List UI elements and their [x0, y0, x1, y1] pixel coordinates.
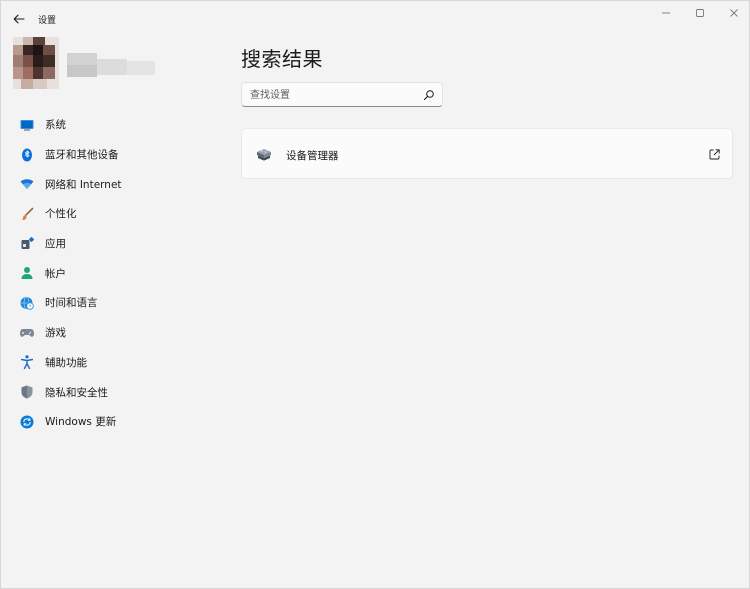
sidebar-item-label: 应用: [45, 238, 66, 251]
sidebar-item-label: 个性化: [45, 208, 77, 221]
sidebar-item-personalization[interactable]: 个性化: [13, 199, 223, 229]
sidebar-item-apps[interactable]: 应用: [13, 229, 223, 259]
sidebar-item-system[interactable]: 系统: [13, 110, 223, 140]
sidebar-item-label: 游戏: [45, 327, 66, 340]
device-manager-icon: [257, 149, 271, 161]
accessibility-icon: [20, 355, 34, 370]
apps-icon: [20, 237, 34, 251]
back-arrow-icon: [13, 14, 25, 24]
sidebar-item-gaming[interactable]: 游戏: [13, 318, 223, 348]
sidebar-nav: 系统 蓝牙和其他设备 网络和 Internet 个性化 应用 帐户 时间和语言 …: [13, 110, 223, 437]
sidebar-item-label: 系统: [45, 119, 66, 132]
window-title: 设置: [38, 16, 57, 26]
close-button[interactable]: [717, 1, 750, 25]
sidebar-item-network[interactable]: 网络和 Internet: [13, 169, 223, 199]
sidebar-item-label: 时间和语言: [45, 297, 98, 310]
sidebar-item-label: 隐私和安全性: [45, 386, 108, 399]
windows-update-icon: [20, 415, 34, 429]
sidebar-item-label: 网络和 Internet: [45, 178, 122, 191]
result-label: 设备管理器: [286, 150, 339, 162]
search-result-device-manager[interactable]: 设备管理器: [241, 128, 733, 179]
page-title: 搜索结果: [241, 47, 323, 71]
back-button[interactable]: [9, 9, 29, 29]
close-icon: [730, 9, 738, 17]
sidebar-item-privacy-security[interactable]: 隐私和安全性: [13, 377, 223, 407]
sidebar-item-label: Windows 更新: [45, 416, 117, 429]
minimize-icon: [662, 12, 670, 14]
maximize-button[interactable]: [683, 1, 717, 25]
settings-window: 设置 系统 蓝牙和其他设备 网络和 Internet 个性化 应用 帐户 时间和…: [0, 0, 750, 589]
maximize-icon: [696, 9, 704, 17]
user-name-blurred: [67, 53, 157, 79]
sidebar-item-windows-update[interactable]: Windows 更新: [13, 407, 223, 437]
sidebar-item-bluetooth[interactable]: 蓝牙和其他设备: [13, 140, 223, 170]
open-external-icon: [709, 149, 720, 160]
avatar[interactable]: [13, 37, 59, 89]
sidebar-item-label: 辅助功能: [45, 356, 87, 369]
globe-clock-icon: [20, 296, 34, 310]
sidebar-item-accounts[interactable]: 帐户: [13, 258, 223, 288]
search-box[interactable]: [241, 82, 443, 107]
paintbrush-icon: [20, 207, 34, 221]
sidebar-item-accessibility[interactable]: 辅助功能: [13, 348, 223, 378]
shield-icon: [20, 385, 34, 399]
bluetooth-icon: [20, 148, 34, 162]
sidebar-item-label: 蓝牙和其他设备: [45, 149, 119, 162]
sidebar-item-label: 帐户: [45, 267, 66, 280]
search-input[interactable]: [250, 87, 415, 103]
search-icon[interactable]: [423, 89, 435, 101]
sidebar-item-time-language[interactable]: 时间和语言: [13, 288, 223, 318]
wifi-icon: [20, 177, 34, 191]
system-monitor-icon: [20, 118, 34, 132]
title-bar: 设置: [1, 1, 749, 35]
account-icon: [20, 266, 34, 280]
gamepad-icon: [20, 326, 34, 340]
minimize-button[interactable]: [649, 1, 683, 25]
